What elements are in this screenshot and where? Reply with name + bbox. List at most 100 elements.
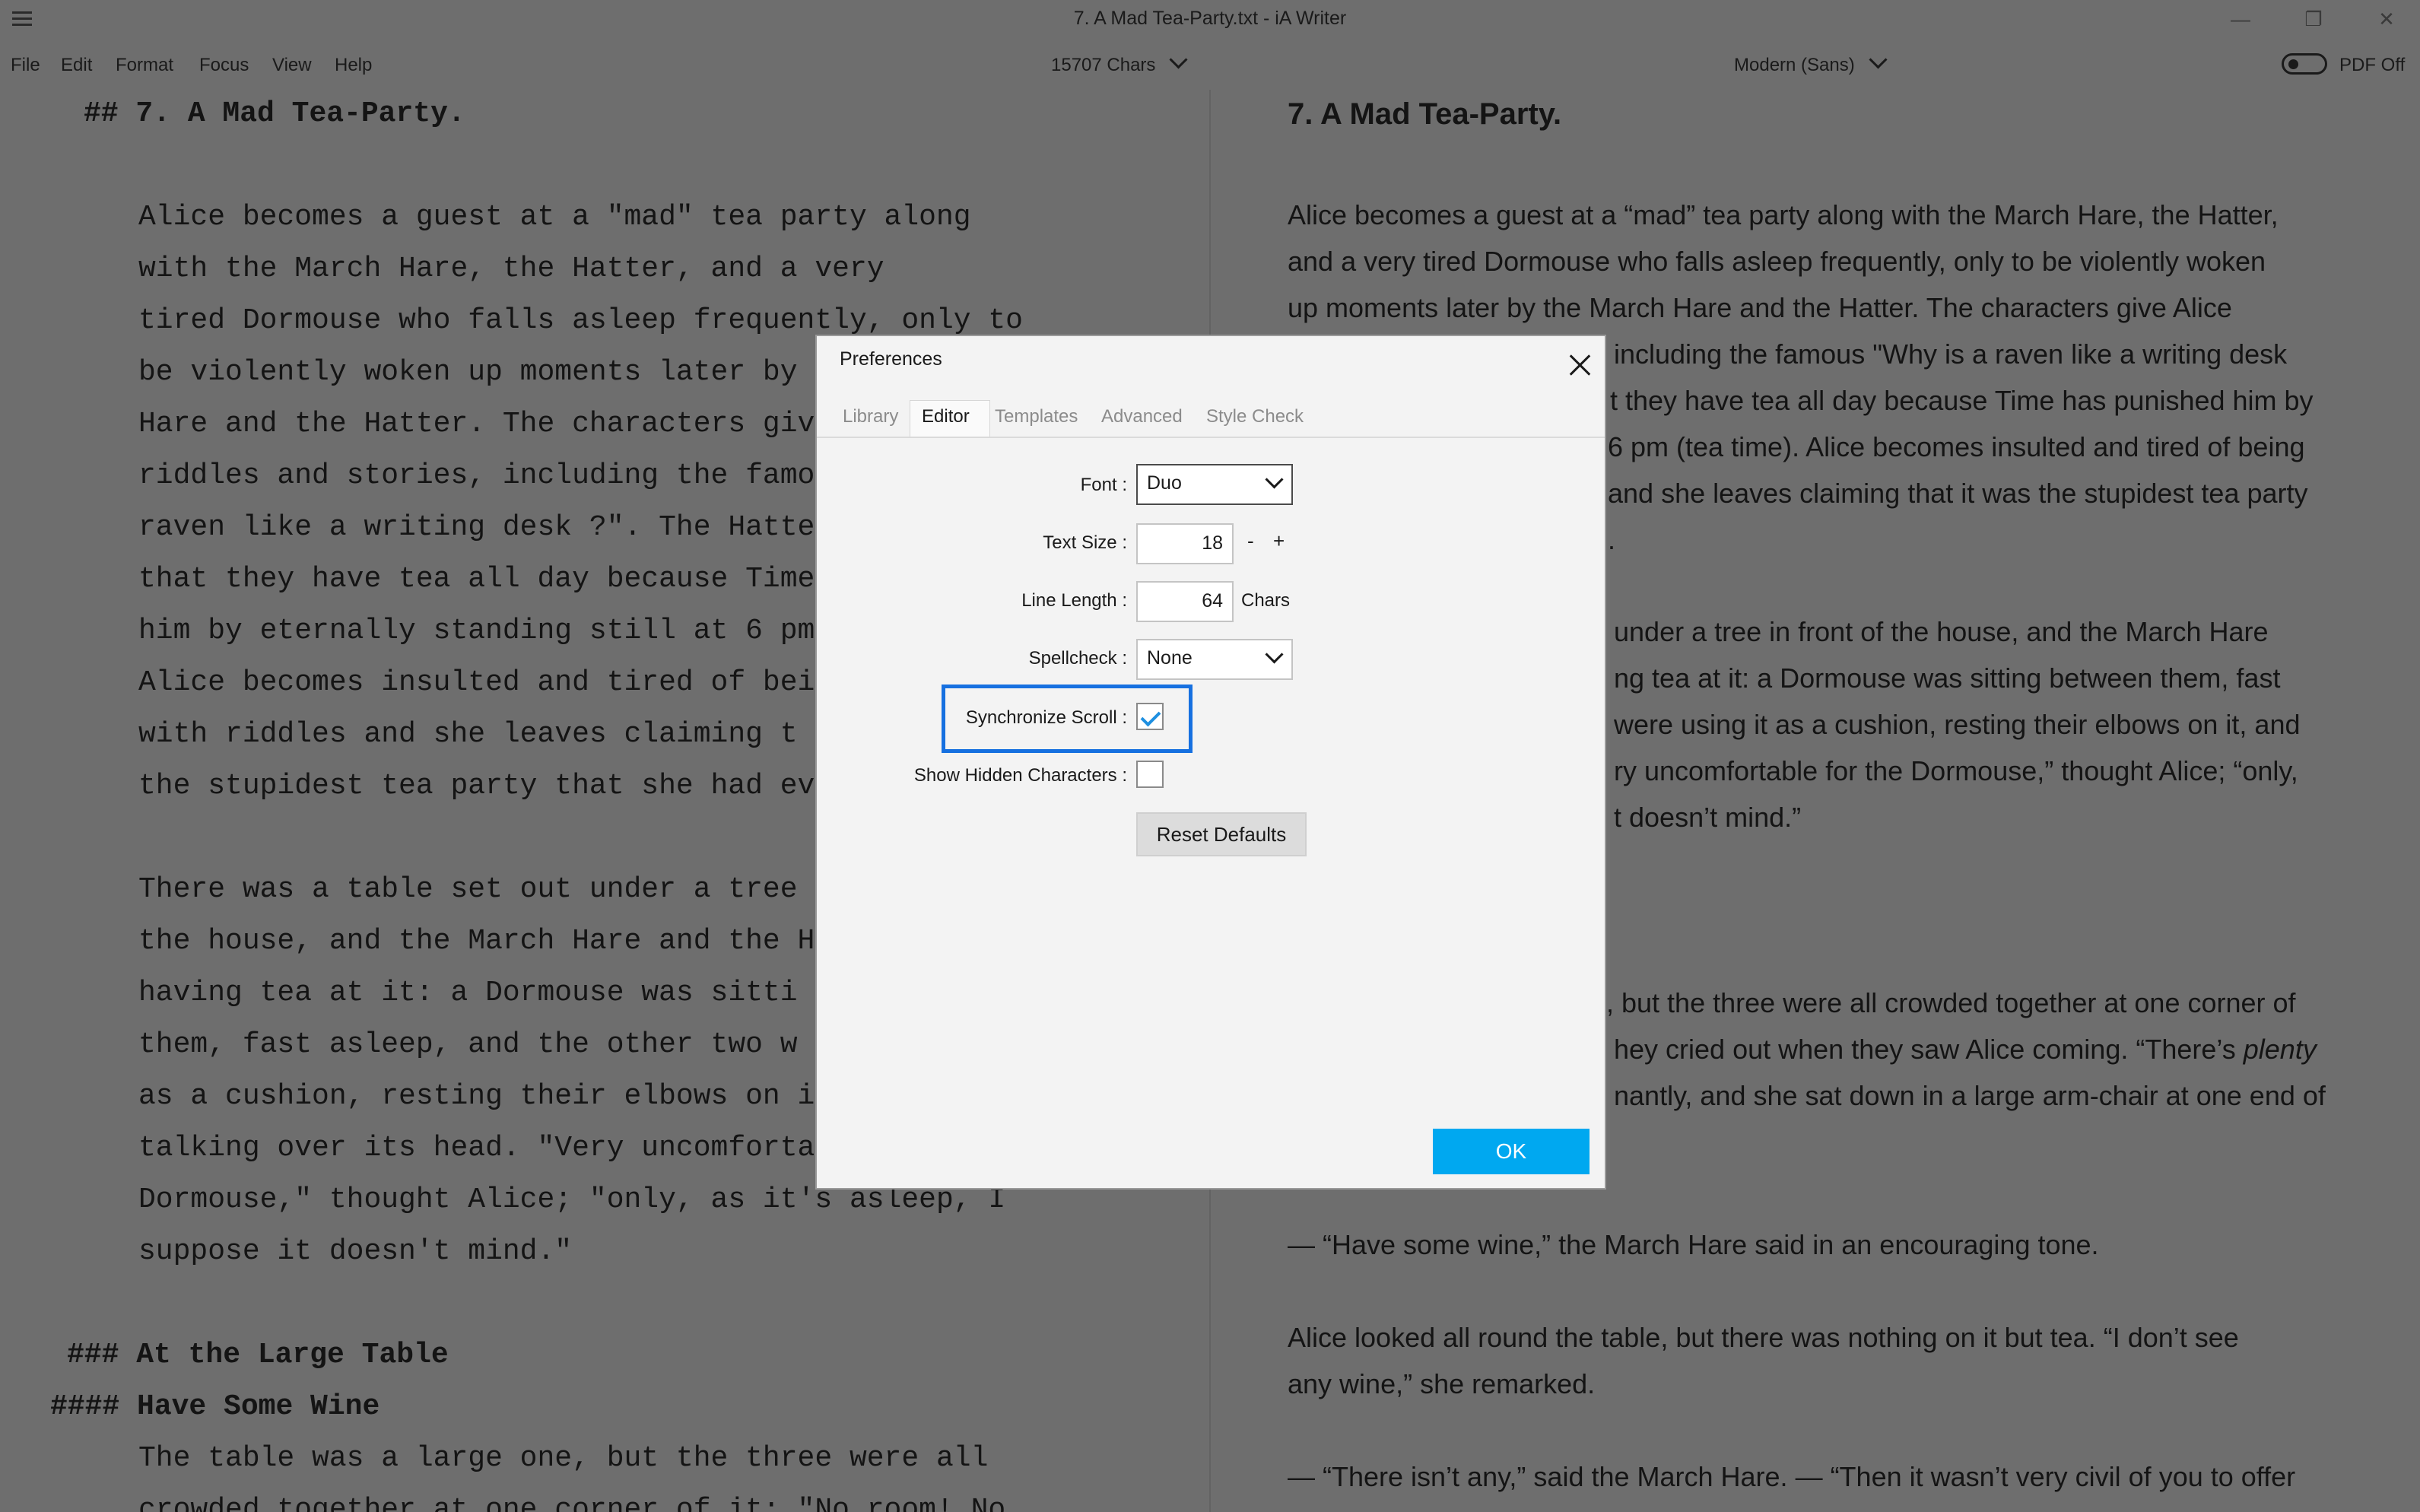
checkmark-icon (1140, 706, 1161, 727)
preview-line: 6 pm (tea time). Alice becomes insulted … (1608, 431, 2305, 462)
pdf-toggle[interactable] (2282, 53, 2327, 75)
editor-line: The table was a large one, but the three… (138, 1442, 989, 1475)
char-count-dropdown[interactable]: 15707 Chars (1051, 50, 1188, 76)
editor-line: crowded together at one corner of it: "N… (138, 1494, 1006, 1512)
preferences-dialog: Preferences Library Editor Templates Adv… (815, 335, 1606, 1190)
editor-line: ### At the Large Table (67, 1339, 449, 1371)
sync-scroll-checkbox[interactable] (1136, 703, 1164, 730)
editor-line: that they have tea all day because Time (138, 563, 815, 596)
preview-line: , but the three were all crowded togethe… (1606, 987, 2296, 1018)
text-size-value: 18 (1202, 532, 1223, 554)
menu-help[interactable]: Help (335, 55, 372, 76)
preview-line: and she leaves claiming that it was the … (1608, 478, 2308, 509)
ok-button[interactable]: OK (1433, 1129, 1590, 1174)
char-count-text: 15707 Chars (1051, 55, 1156, 75)
preview-heading: 7. A Mad Tea-Party. (1288, 97, 1562, 131)
dialog-title: Preferences (840, 348, 942, 370)
preview-line: were using it as a cushion, resting thei… (1614, 709, 2301, 740)
menu-focus[interactable]: Focus (199, 55, 249, 76)
preview-line: ry uncomfortable for the Dormouse,” thou… (1614, 755, 2298, 786)
editor-line: suppose it doesn't mind." (138, 1235, 573, 1268)
chevron-down-icon (1169, 50, 1188, 69)
editor-line: Alice becomes insulted and tired of bei (138, 666, 815, 699)
hidden-chars-checkbox[interactable] (1136, 761, 1164, 788)
editor-line: riddles and stories, including the famo (138, 459, 815, 492)
reset-defaults-button[interactable]: Reset Defaults (1136, 812, 1307, 856)
editor-line: with riddles and she leaves claiming t (138, 718, 798, 751)
editor-line: talking over its head. "Very uncomforta (138, 1132, 815, 1164)
editor-line: the stupidest tea party that she had ev (138, 770, 815, 802)
tab-templates[interactable]: Templates (995, 406, 1078, 427)
text-size-input[interactable]: 18 (1136, 523, 1234, 564)
line-length-label: Line Length : (1021, 590, 1127, 611)
preview-line: t they have tea all day because Time has… (1610, 385, 2314, 416)
tab-advanced[interactable]: Advanced (1101, 406, 1183, 427)
close-window-icon[interactable]: ✕ (2364, 6, 2409, 32)
line-length-value: 64 (1202, 590, 1223, 611)
editor-line: be violently woken up moments later by (138, 356, 798, 389)
preview-line-text: hey cried out when they saw Alice coming… (1614, 1034, 2236, 1065)
menu-file[interactable]: File (11, 55, 40, 76)
tab-editor[interactable]: Editor (922, 406, 970, 427)
minimize-icon[interactable]: — (2218, 6, 2263, 32)
editor-line: having tea at it: a Dormouse was sitti (138, 977, 798, 1009)
editor-line: There was a table set out under a tree (138, 873, 798, 906)
preview-line: — “Have some wine,” the March Hare said … (1288, 1229, 2099, 1260)
preview-line: any wine,” she remarked. (1288, 1368, 1596, 1399)
decrease-text-size-button[interactable]: - (1247, 529, 1254, 553)
preview-line: including the famous "Why is a raven lik… (1614, 338, 2288, 370)
font-style-dropdown[interactable]: Modern (Sans) (1734, 50, 1888, 76)
editor-line: raven like a writing desk ?". The Hatte (138, 511, 815, 544)
editor-line: with the March Hare, the Hatter, and a v… (138, 253, 884, 285)
menu-bar: File Edit Format Focus View Help 15707 C… (0, 44, 2420, 90)
chevron-down-icon (1265, 470, 1284, 489)
window-title: 7. A Mad Tea-Party.txt - iA Writer (1073, 8, 1347, 29)
editor-line: ## 7. A Mad Tea-Party. (84, 97, 465, 130)
maximize-icon[interactable]: ❐ (2291, 6, 2336, 32)
text-size-label: Text Size : (1043, 532, 1127, 553)
tab-library[interactable]: Library (843, 406, 898, 427)
preferences-tabs: Library Editor Templates Advanced Style … (817, 400, 1605, 438)
menu-view[interactable]: View (272, 55, 312, 76)
editor-line: the house, and the March Hare and the H (138, 925, 815, 958)
font-select[interactable]: Duo (1136, 464, 1293, 505)
spellcheck-select[interactable]: None (1136, 639, 1293, 680)
preview-italic-word: plenty (2243, 1034, 2317, 1065)
editor-line: Hare and the Hatter. The characters giv (138, 408, 815, 440)
preview-line: hey cried out when they saw Alice coming… (1614, 1034, 2317, 1066)
preview-line: Alice becomes a guest at a “mad” tea par… (1288, 199, 2279, 230)
editor-line: Alice becomes a guest at a "mad" tea par… (138, 201, 971, 233)
menu-edit[interactable]: Edit (61, 55, 92, 76)
editor-line: as a cushion, resting their elbows on i (138, 1080, 815, 1113)
title-bar: 7. A Mad Tea-Party.txt - iA Writer — ❐ ✕ (0, 0, 2420, 40)
font-select-value: Duo (1147, 472, 1182, 494)
preview-line: t doesn’t mind.” (1614, 802, 1802, 833)
preview-line: ng tea at it: a Dormouse was sitting bet… (1614, 662, 2281, 694)
pdf-label: PDF Off (2339, 55, 2406, 75)
toggle-knob (2288, 59, 2298, 69)
line-length-unit: Chars (1241, 590, 1291, 611)
line-length-input[interactable]: 64 (1136, 581, 1234, 622)
font-label: Font : (1080, 475, 1127, 495)
spellcheck-label: Spellcheck : (1028, 648, 1127, 669)
chevron-down-icon (1869, 50, 1888, 69)
preview-line: nantly, and she sat down in a large arm-… (1614, 1080, 2326, 1111)
preview-line: and a very tired Dormouse who falls asle… (1288, 246, 2266, 277)
editor-line: tired Dormouse who falls asleep frequent… (138, 304, 1023, 337)
preview-line: up moments later by the March Hare and t… (1288, 292, 2232, 323)
tab-style-check[interactable]: Style Check (1206, 406, 1304, 427)
increase-text-size-button[interactable]: + (1273, 529, 1285, 553)
close-icon[interactable] (1565, 350, 1596, 380)
editor-line: them, fast asleep, and the other two w (138, 1028, 798, 1061)
preview-line: under a tree in front of the house, and … (1614, 616, 2269, 647)
sync-scroll-label: Synchronize Scroll : (965, 707, 1127, 728)
menu-format[interactable]: Format (116, 55, 173, 76)
spellcheck-select-value: None (1147, 647, 1193, 669)
editor-line: #### Have Some Wine (50, 1390, 380, 1423)
preview-line: . (1608, 524, 1616, 555)
preview-line: — “There isn’t any,” said the March Hare… (1288, 1461, 2296, 1492)
hidden-chars-label: Show Hidden Characters : (913, 765, 1127, 786)
preview-line: Alice looked all round the table, but th… (1288, 1322, 2239, 1353)
font-style-text: Modern (Sans) (1734, 55, 1855, 75)
chevron-down-icon (1265, 645, 1284, 664)
